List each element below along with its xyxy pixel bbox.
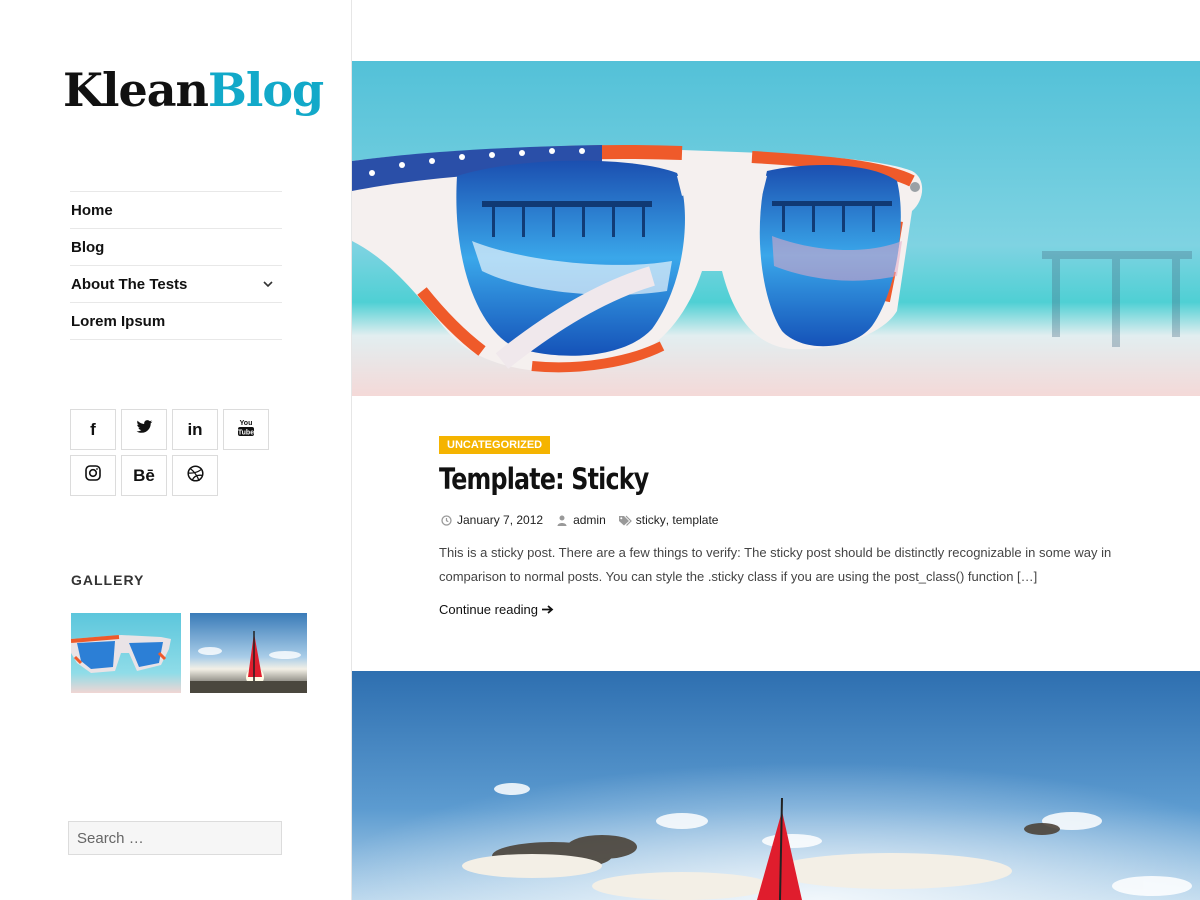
instagram-link[interactable] [70, 455, 116, 496]
post-meta: January 7, 2012 admin sticky, template [439, 513, 718, 527]
category-badge[interactable]: UNCATEGORIZED [439, 436, 551, 454]
nav-item-lorem-ipsum[interactable]: Lorem Ipsum [70, 303, 282, 340]
next-post-featured-image[interactable] [352, 671, 1200, 900]
youtube-icon: You Tube [237, 417, 255, 442]
logo-text-blog: Blog [207, 63, 324, 117]
gallery-widget [71, 613, 307, 693]
nav-item-label: About The Tests [71, 275, 188, 293]
post-featured-image[interactable] [352, 61, 1200, 396]
search-input[interactable] [68, 821, 282, 855]
post-tag-sticky[interactable]: sticky [636, 513, 666, 527]
logo-text-klean: Klean [63, 63, 209, 117]
chevron-down-icon[interactable] [260, 276, 276, 292]
dribbble-icon [186, 464, 204, 487]
social-links: f in You Tube Bē [70, 409, 280, 496]
twitter-icon [136, 420, 153, 439]
tag-separator: , [665, 513, 673, 527]
continue-reading-link[interactable]: Continue reading [439, 602, 554, 617]
clock-icon [439, 513, 453, 527]
gallery-thumbnail-sailboat[interactable] [190, 613, 307, 693]
tags-icon [618, 513, 632, 527]
post-excerpt: This is a sticky post. There are a few t… [439, 545, 1112, 584]
main-content: UNCATEGORIZED Template: Sticky January 7… [352, 0, 1200, 900]
nav-item-blog[interactable]: Blog [70, 229, 282, 266]
nav-item-home[interactable]: Home [70, 192, 282, 229]
site-logo[interactable]: KleanBlog [63, 60, 324, 120]
post-title[interactable]: Template: Sticky [439, 462, 649, 496]
post-author[interactable]: admin [573, 513, 606, 527]
twitter-link[interactable] [121, 409, 167, 450]
gallery-heading: GALLERY [71, 572, 145, 588]
nav-item-label: Blog [71, 238, 105, 256]
sticky-post: UNCATEGORIZED Template: Sticky January 7… [352, 396, 1200, 671]
top-spacer [352, 0, 1200, 61]
post-tag-template[interactable]: template [672, 513, 718, 527]
main-navigation: Home Blog About The Tests Lorem Ipsum [70, 191, 282, 340]
instagram-icon [85, 465, 101, 486]
continue-reading-label: Continue reading [439, 602, 539, 617]
linkedin-link[interactable]: in [172, 409, 218, 450]
facebook-icon: f [90, 419, 96, 439]
svg-text:You: You [240, 420, 253, 427]
youtube-link[interactable]: You Tube [223, 409, 269, 450]
gallery-thumbnail-sunglasses[interactable] [71, 613, 181, 693]
dribbble-link[interactable] [172, 455, 218, 496]
post-date[interactable]: January 7, 2012 [457, 513, 543, 527]
sidebar: KleanBlog Home Blog About The Tests Lore… [0, 0, 352, 900]
user-icon [555, 513, 569, 527]
nav-item-label: Home [71, 201, 113, 219]
nav-item-label: Lorem Ipsum [71, 312, 166, 330]
svg-text:Tube: Tube [238, 430, 254, 437]
facebook-link[interactable]: f [70, 409, 116, 450]
nav-item-about-the-tests[interactable]: About The Tests [70, 266, 282, 303]
arrow-right-icon [541, 602, 554, 617]
behance-link[interactable]: Bē [121, 455, 167, 496]
linkedin-icon: in [187, 419, 203, 439]
behance-icon: Bē [133, 465, 155, 485]
